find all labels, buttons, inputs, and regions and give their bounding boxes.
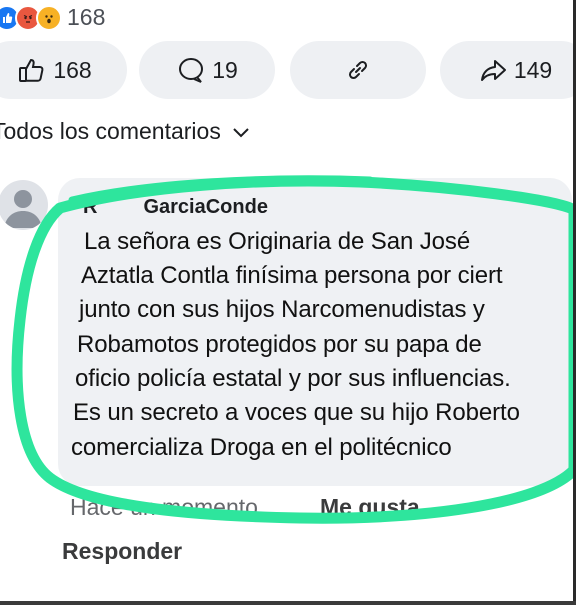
like-count: 168: [53, 56, 92, 83]
comments-filter-label: Todos los comentarios: [0, 118, 221, 144]
reactions-count: 168: [67, 4, 106, 30]
comment-author[interactable]: R GarciaConde: [83, 196, 268, 219]
share-count: 149: [513, 56, 553, 83]
share-icon: [478, 55, 508, 85]
share-button[interactable]: 149: [440, 41, 576, 99]
comment-author-prefix: R: [83, 196, 98, 218]
default-avatar-icon: [4, 190, 42, 228]
wow-reaction-icon: [36, 4, 62, 31]
comment-timestamp: Hace un momento: [70, 494, 258, 520]
comment-line-5: oficio policía estatal y por sus influen…: [75, 365, 511, 392]
comment-icon: [176, 55, 206, 85]
comment-line-2: Aztatla Contla finísima persona por cier…: [81, 262, 503, 289]
post-actions-bar: 168 19 149: [0, 41, 576, 99]
avatar[interactable]: [0, 180, 48, 230]
chevron-down-icon: [231, 118, 251, 145]
comment-line-4: Robamotos protegidos por su papa de: [77, 331, 482, 358]
comment-line-3: junto con sus hijos Narcomenudistas y: [79, 296, 485, 323]
like-button[interactable]: 168: [0, 41, 127, 99]
comment-count: 19: [212, 56, 238, 83]
photo-edge-bottom: [0, 601, 576, 605]
comment-like-button[interactable]: Me gusta: [320, 494, 420, 521]
comment-author-name: GarciaConde: [143, 196, 268, 218]
comment-reply-button[interactable]: Responder: [62, 538, 182, 565]
copy-link-button[interactable]: [290, 41, 426, 99]
reactions-summary[interactable]: 168: [0, 4, 105, 31]
comment-line-6: Es un secreto a voces que su hijo Robert…: [73, 399, 520, 426]
comment-line-7: comercializa Droga en el politécnico: [71, 434, 452, 461]
comments-filter-dropdown[interactable]: Todos los comentarios: [0, 118, 251, 145]
comment-line-1: La señora es Originaria de San José: [84, 228, 471, 255]
thumbs-up-icon: [17, 55, 47, 85]
link-icon: [343, 55, 373, 85]
comment-button[interactable]: 19: [139, 41, 275, 99]
